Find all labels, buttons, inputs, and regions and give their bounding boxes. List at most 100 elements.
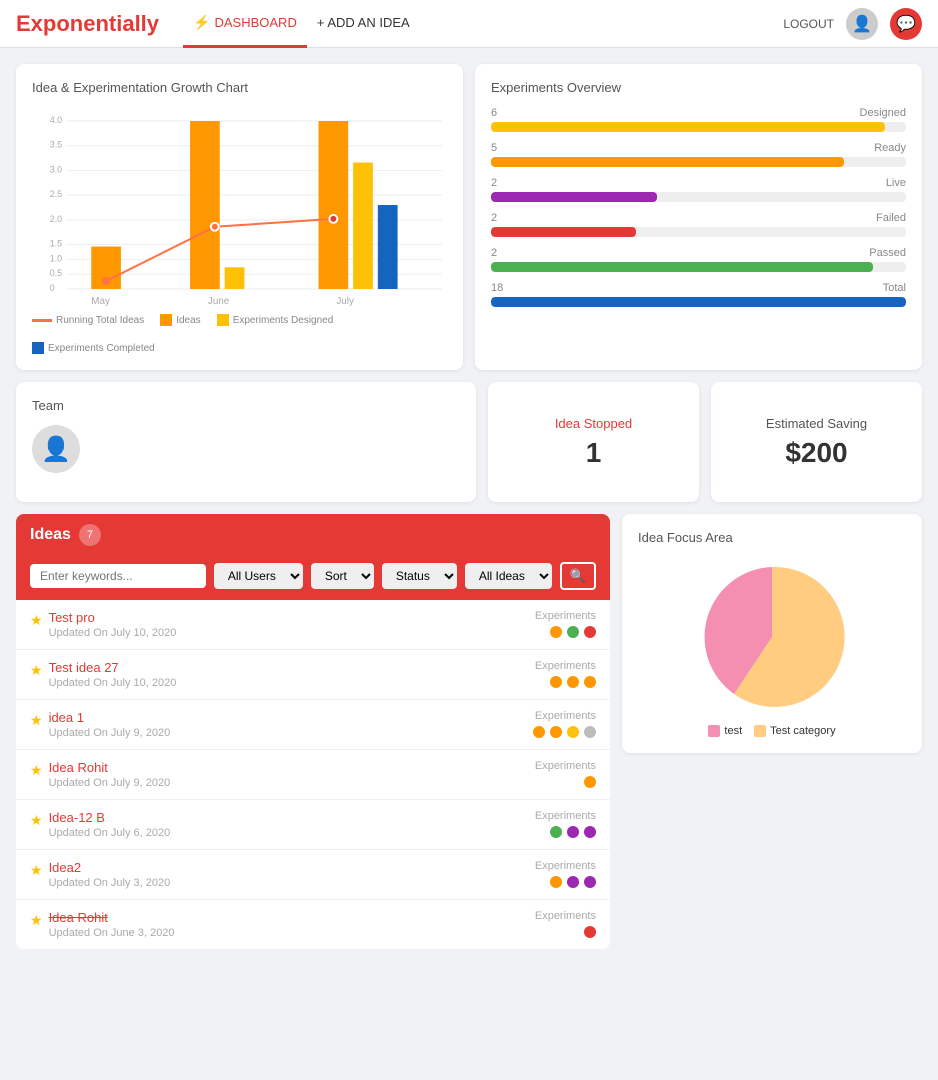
svg-text:3.5: 3.5 bbox=[50, 140, 62, 150]
star-icon[interactable]: ★ bbox=[30, 762, 43, 779]
idea-focus-card: Idea Focus Area test bbox=[622, 514, 922, 753]
header-right: LOGOUT 👤 💬 bbox=[783, 8, 922, 40]
list-item: ★ Test idea 27 Updated On July 10, 2020 … bbox=[16, 650, 610, 700]
users-filter[interactable]: All Users bbox=[214, 563, 303, 589]
idea-name[interactable]: Test idea 27 bbox=[49, 660, 177, 675]
star-icon[interactable]: ★ bbox=[30, 712, 43, 729]
pie-chart-svg bbox=[692, 557, 852, 717]
nav-add-idea[interactable]: + ADD AN IDEA bbox=[307, 0, 420, 48]
idea-date: Updated On July 10, 2020 bbox=[49, 627, 177, 639]
nav-dashboard[interactable]: ⚡ DASHBOARD bbox=[183, 0, 307, 48]
exp-label-total: Total bbox=[883, 282, 906, 294]
star-icon[interactable]: ★ bbox=[30, 662, 43, 679]
idea-name[interactable]: Idea2 bbox=[49, 860, 171, 875]
header: Exponentially ⚡ DASHBOARD + ADD AN IDEA … bbox=[0, 0, 938, 48]
logo[interactable]: Exponentially bbox=[16, 11, 159, 37]
ideas-count: 7 bbox=[79, 524, 101, 546]
exp-dots bbox=[533, 726, 596, 738]
legend-item-category: Test category bbox=[754, 725, 835, 737]
status-filter[interactable]: Status bbox=[382, 563, 457, 589]
exp-bar-passed bbox=[491, 262, 873, 272]
idea-name[interactable]: Idea Rohit bbox=[49, 760, 171, 775]
exp-label-passed: Passed bbox=[869, 247, 906, 259]
ideas-filter[interactable]: All Ideas bbox=[465, 563, 552, 589]
ideas-filters: All Users Sort Status All Ideas 🔍 bbox=[16, 556, 610, 600]
exp-bar-ready bbox=[491, 157, 844, 167]
idea-date: Updated On July 9, 2020 bbox=[49, 727, 171, 739]
svg-text:June: June bbox=[208, 296, 230, 307]
exp-label-designed: Designed bbox=[860, 107, 906, 119]
dot bbox=[567, 626, 579, 638]
growth-chart-card: Idea & Experimentation Growth Chart 4.0 … bbox=[16, 64, 463, 370]
exp-count-passed: 2 bbox=[491, 247, 497, 259]
star-icon[interactable]: ★ bbox=[30, 612, 43, 629]
chat-button[interactable]: 💬 bbox=[890, 8, 922, 40]
legend-item-running: Running Total Ideas bbox=[32, 314, 144, 326]
experiments-overview-title: Experiments Overview bbox=[491, 80, 906, 95]
dashboard-icon: ⚡ bbox=[193, 14, 210, 31]
list-item: ★ idea 1 Updated On July 9, 2020 Experim… bbox=[16, 700, 610, 750]
pie-chart-container: test Test category bbox=[638, 557, 906, 737]
logout-button[interactable]: LOGOUT bbox=[783, 17, 834, 31]
dot bbox=[584, 626, 596, 638]
exp-dots bbox=[535, 626, 596, 638]
ideas-list: ★ Test pro Updated On July 10, 2020 Expe… bbox=[16, 600, 610, 949]
growth-chart-title: Idea & Experimentation Growth Chart bbox=[32, 80, 447, 95]
svg-text:0.5: 0.5 bbox=[50, 268, 62, 278]
dot bbox=[567, 676, 579, 688]
list-item: ★ Idea2 Updated On July 3, 2020 Experime… bbox=[16, 850, 610, 900]
star-icon[interactable]: ★ bbox=[30, 912, 43, 929]
experiments-label: Experiments bbox=[535, 860, 596, 872]
keyword-input[interactable] bbox=[30, 564, 206, 588]
team-title: Team bbox=[32, 398, 460, 413]
idea-stopped-label: Idea Stopped bbox=[555, 416, 632, 431]
team-avatar: 👤 bbox=[32, 425, 80, 473]
legend-label-test: test bbox=[724, 725, 742, 737]
exp-count-ready: 5 bbox=[491, 142, 497, 154]
idea-name-deleted[interactable]: Idea Rohit bbox=[49, 910, 175, 925]
ideas-row: Ideas 7 All Users Sort Status All Ideas … bbox=[16, 514, 922, 949]
legend-color-category bbox=[754, 725, 766, 737]
list-item: ★ Idea Rohit Updated On July 9, 2020 Exp… bbox=[16, 750, 610, 800]
pie-legend: test Test category bbox=[708, 725, 835, 737]
exp-count-live: 2 bbox=[491, 177, 497, 189]
legend-label-designed: Experiments Designed bbox=[233, 315, 334, 326]
legend-color-test bbox=[708, 725, 720, 737]
star-icon[interactable]: ★ bbox=[30, 812, 43, 829]
growth-chart-svg: 4.0 3.5 3.0 2.5 2.0 1.5 1.0 0.5 0 bbox=[32, 107, 447, 307]
idea-name[interactable]: Test pro bbox=[49, 610, 177, 625]
star-icon[interactable]: ★ bbox=[30, 862, 43, 879]
legend-item-designed: Experiments Designed bbox=[217, 314, 334, 326]
legend-item-ideas: Ideas bbox=[160, 314, 200, 326]
dot bbox=[550, 676, 562, 688]
exp-row-live: 2 Live bbox=[491, 177, 906, 202]
main-content: Idea & Experimentation Growth Chart 4.0 … bbox=[0, 48, 938, 965]
exp-dots bbox=[535, 926, 596, 938]
svg-text:0: 0 bbox=[50, 283, 55, 293]
legend-item-completed: Experiments Completed bbox=[32, 342, 155, 354]
idea-date: Updated On July 3, 2020 bbox=[49, 877, 171, 889]
idea-focus-title: Idea Focus Area bbox=[638, 530, 906, 545]
exp-label-ready: Ready bbox=[874, 142, 906, 154]
experiments-label: Experiments bbox=[535, 760, 596, 772]
sort-filter[interactable]: Sort bbox=[311, 563, 374, 589]
exp-row-passed: 2 Passed bbox=[491, 247, 906, 272]
dot bbox=[550, 876, 562, 888]
search-button[interactable]: 🔍 bbox=[560, 562, 596, 590]
idea-name[interactable]: idea 1 bbox=[49, 710, 171, 725]
chart-legend: Running Total Ideas Ideas Experiments De… bbox=[32, 314, 447, 354]
svg-text:July: July bbox=[336, 296, 354, 307]
dot bbox=[550, 726, 562, 738]
idea-name[interactable]: Idea-12 B bbox=[49, 810, 171, 825]
exp-bar-designed bbox=[491, 122, 885, 132]
exp-label-failed: Failed bbox=[876, 212, 906, 224]
dot bbox=[567, 876, 579, 888]
dot bbox=[584, 826, 596, 838]
experiments-label: Experiments bbox=[535, 660, 596, 672]
exp-row-designed: 6 Designed bbox=[491, 107, 906, 132]
dot bbox=[584, 776, 596, 788]
svg-text:1.5: 1.5 bbox=[50, 239, 62, 249]
team-stats-row: Team 👤 Idea Stopped 1 Estimated Saving $… bbox=[16, 382, 922, 502]
avatar[interactable]: 👤 bbox=[846, 8, 878, 40]
dot bbox=[584, 926, 596, 938]
